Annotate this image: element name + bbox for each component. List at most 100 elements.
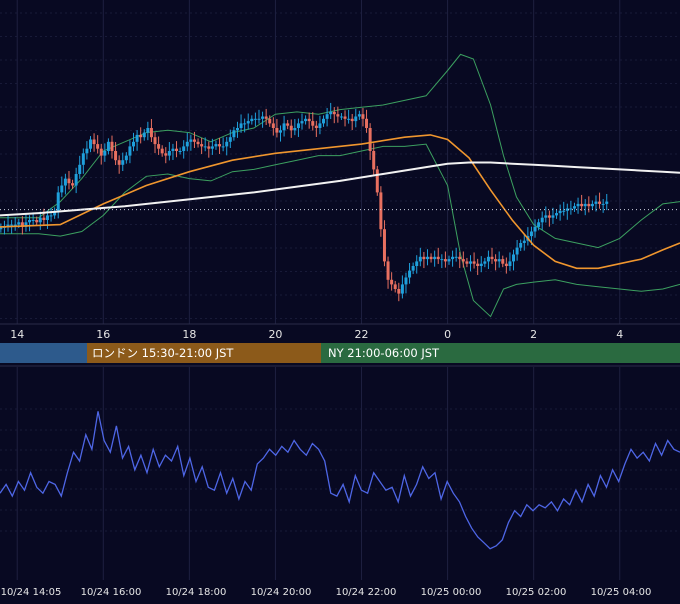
candle-body [203, 146, 207, 148]
candle-body [433, 256, 437, 260]
candle-body [415, 261, 419, 266]
candle-body [318, 123, 322, 128]
candle-body [365, 118, 369, 128]
candle-body [472, 261, 476, 264]
candle-body [196, 141, 200, 145]
candle-body [78, 164, 82, 174]
candle-body [522, 240, 526, 243]
candle-body [142, 132, 146, 138]
candle-body [469, 261, 473, 264]
candle-body [418, 256, 422, 262]
candle-body [178, 151, 182, 152]
candle-body [429, 256, 433, 260]
candle-body [121, 160, 125, 165]
time-tick-label: 20 [268, 328, 282, 341]
candle-body [497, 259, 501, 262]
candle-body [74, 174, 78, 186]
time-tick-label: 22 [355, 328, 369, 341]
candle-body [354, 116, 358, 122]
candle-body [286, 123, 290, 126]
candle-body [200, 144, 204, 147]
candle-body [49, 215, 53, 217]
candle-body [225, 141, 229, 147]
time-tick-label: 0 [444, 328, 451, 341]
candle-body [117, 160, 121, 165]
candle-body [35, 220, 39, 223]
candle-body [261, 116, 265, 119]
candle-body [447, 259, 451, 262]
chart-stage: 14 16 18 20 22 0 2 4 ロンドン 15:30-21:00 JST NY 21… [0, 0, 680, 600]
candle-body [42, 217, 46, 220]
candle-body [397, 289, 401, 294]
candle-body [38, 217, 42, 223]
candle-body [135, 134, 139, 142]
candle-body [232, 130, 236, 138]
candle-body [598, 201, 602, 204]
candle-body [67, 178, 71, 184]
candle-body [114, 151, 118, 161]
candle-body [282, 123, 286, 131]
candle-body [13, 224, 17, 226]
candle-body [515, 247, 519, 255]
candle-body [605, 201, 609, 204]
candle-body [587, 203, 591, 207]
candle-body [167, 151, 171, 156]
candle-body [404, 277, 408, 285]
candle-body [569, 208, 573, 210]
candle-body [257, 118, 261, 120]
time-tick-label: 14 [10, 328, 24, 341]
candle-body [214, 144, 218, 147]
candle-body [540, 217, 544, 223]
candle-body [483, 261, 487, 264]
session-london-label: ロンドン 15:30-21:00 JST [92, 346, 234, 360]
candle-body [139, 134, 143, 138]
candle-body [60, 185, 64, 193]
candle-body [293, 128, 297, 131]
candle-body [562, 210, 566, 212]
candle-body [31, 220, 35, 221]
candle-body [490, 256, 494, 260]
candle-body [189, 139, 193, 142]
candle-body [357, 114, 361, 117]
candle-body [250, 118, 254, 122]
candle-body [501, 259, 505, 264]
candle-body [372, 151, 376, 170]
candle-body [393, 284, 397, 289]
candle-body [99, 148, 103, 156]
candle-body [343, 116, 347, 119]
candle-body [92, 139, 96, 145]
candle-body [278, 130, 282, 133]
candle-body [329, 111, 333, 115]
candle-body [461, 259, 465, 262]
candle-body [304, 118, 308, 122]
candle-body [465, 261, 469, 264]
candle-body [361, 114, 365, 119]
candle-body [146, 128, 150, 133]
candle-body [311, 121, 315, 126]
candle-body [149, 128, 153, 138]
candle-body [228, 137, 232, 142]
candle-body [601, 203, 605, 205]
candle-body [103, 151, 107, 156]
rsi-time-label: 10/24 20:00 [251, 587, 312, 598]
candle-body [128, 146, 132, 156]
candle-body [479, 263, 483, 266]
candle-body [153, 137, 157, 145]
candle-body [28, 220, 32, 223]
candle-body [583, 203, 587, 207]
candle-body [325, 114, 329, 119]
candle-body [379, 192, 383, 230]
candle-body [411, 266, 415, 271]
candle-body [71, 183, 75, 186]
candle-body [314, 125, 318, 128]
session-tokyo [0, 343, 87, 363]
candle-body [17, 222, 21, 225]
candle-body [221, 146, 225, 148]
candle-body [239, 123, 243, 128]
chart-canvas[interactable]: 14 16 18 20 22 0 2 4 ロンドン 15:30-21:00 JST NY 21… [0, 0, 680, 600]
candle-body [164, 153, 168, 156]
candle-body [336, 114, 340, 117]
candle-body [300, 121, 304, 124]
session-bar: ロンドン 15:30-21:00 JST NY 21:00-06:00 JST [0, 343, 680, 363]
rsi-time-label: 10/25 04:00 [591, 587, 652, 598]
